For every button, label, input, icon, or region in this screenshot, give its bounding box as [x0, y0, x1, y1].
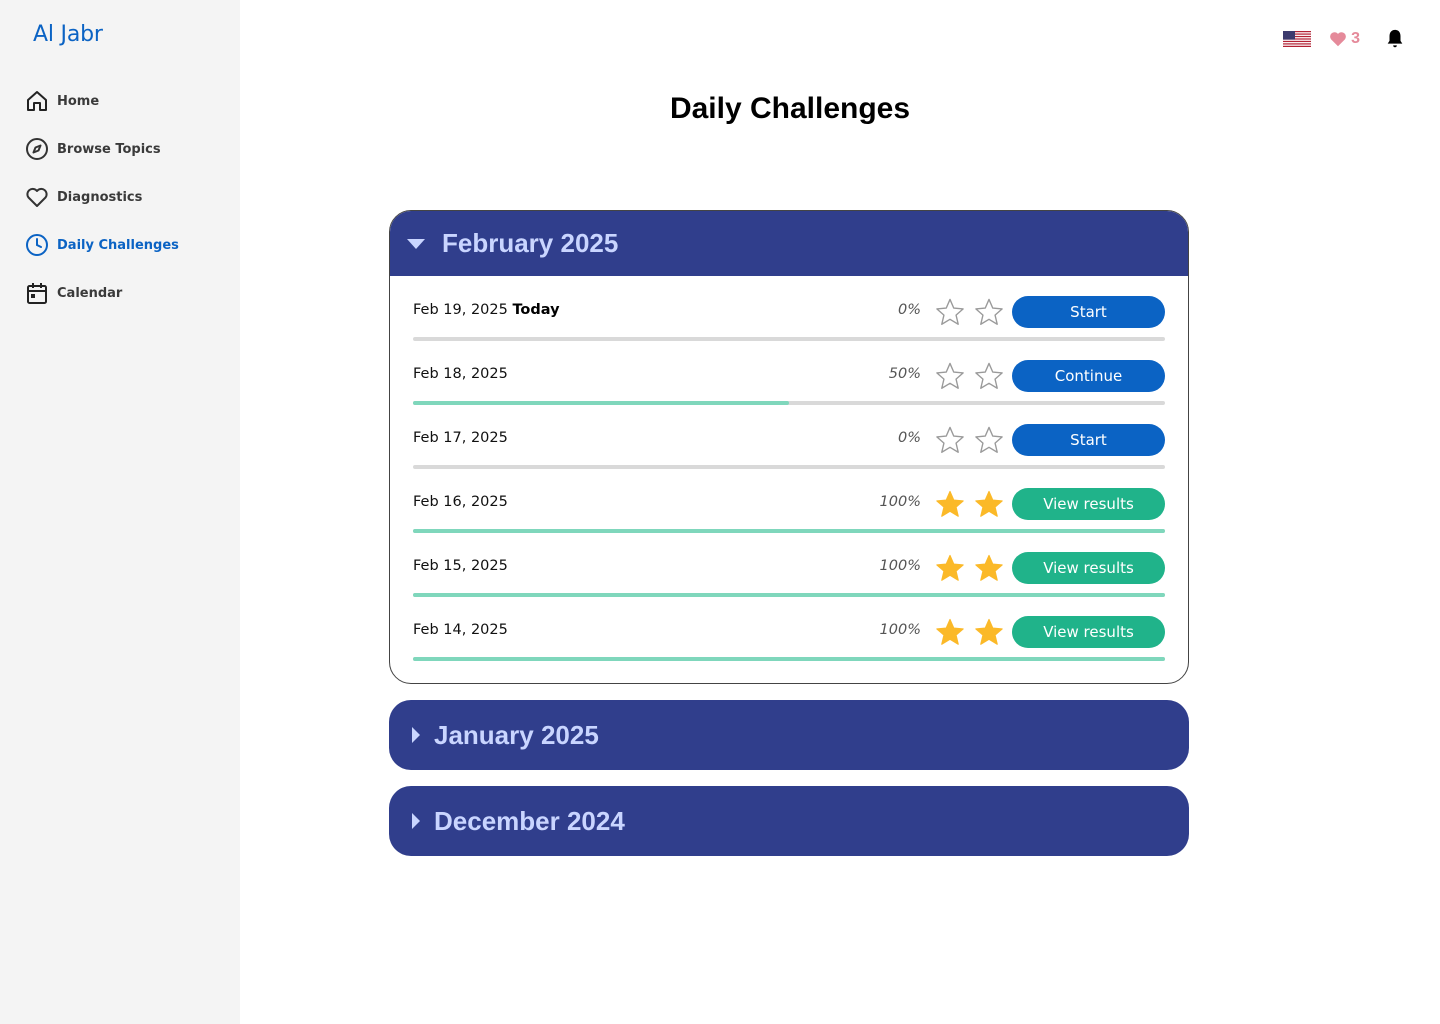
challenge-date-text: Feb 16, 2025 [413, 494, 508, 510]
sidebar-item-calendar[interactable]: Calendar [24, 280, 224, 306]
challenge-percent: 0% [897, 302, 921, 318]
page-title: Daily Challenges [240, 92, 1340, 126]
month-panel-december-2024[interactable]: December 2024 [389, 786, 1189, 856]
star-rating [927, 553, 1005, 583]
challenge-percent: 100% [879, 494, 921, 510]
star-rating [927, 361, 1005, 391]
month-header[interactable]: December 2024 [389, 786, 1189, 856]
sidebar: Al Jabr Home Browse Topics Diagnostics D… [0, 0, 240, 1024]
compass-icon [24, 136, 50, 162]
challenge-row: Feb 16, 2025 100% View results [413, 468, 1165, 533]
star-filled-icon [936, 554, 964, 581]
month-panel-january-2025[interactable]: January 2025 [389, 700, 1189, 770]
challenge-percent: 0% [897, 430, 921, 446]
us-flag-icon[interactable] [1283, 31, 1312, 47]
challenge-date-text: Feb 17, 2025 [413, 430, 508, 446]
sidebar-item-label: Calendar [57, 285, 123, 301]
challenge-row: Feb 18, 2025 50% Continue [413, 340, 1165, 405]
challenge-date: Feb 15, 2025 [413, 558, 508, 574]
month-label: February 2025 [442, 228, 619, 258]
star-filled-icon [975, 554, 1003, 581]
star-filled-icon [936, 618, 964, 645]
challenge-date: Feb 19, 2025 Today [413, 302, 560, 318]
challenge-date-text: Feb 14, 2025 [413, 622, 508, 638]
progress-bar [413, 657, 1165, 661]
bell-icon[interactable] [1384, 28, 1406, 50]
star-outline-icon [936, 426, 964, 453]
sidebar-item-home[interactable]: Home [24, 88, 224, 114]
star-outline-icon [936, 362, 964, 389]
month-header[interactable]: January 2025 [389, 700, 1189, 770]
month-panel-february-2025: February 2025 Feb 19, 2025 Today 0% Start F… [389, 210, 1189, 684]
challenge-date: Feb 17, 2025 [413, 430, 508, 446]
page-title-text: Daily Challenges [669, 92, 911, 125]
sidebar-item-label: Home [57, 93, 100, 109]
app-logo[interactable]: Al Jabr [33, 22, 103, 47]
star-outline-icon [975, 362, 1003, 389]
sidebar-item-label: Daily Challenges [57, 237, 179, 253]
challenge-row: Feb 14, 2025 100% View results [413, 596, 1165, 661]
challenge-date: Feb 14, 2025 [413, 622, 508, 638]
month-header[interactable]: February 2025 [390, 211, 1188, 276]
challenge-percent: 100% [879, 622, 921, 638]
sidebar-nav: Home Browse Topics Diagnostics Daily Cha… [24, 88, 224, 328]
star-rating [927, 425, 1005, 455]
heart-icon [1330, 32, 1346, 47]
challenge-date-text: Feb 15, 2025 [413, 558, 508, 574]
challenge-date-text: Feb 18, 2025 [413, 366, 508, 382]
caret-right-icon [403, 726, 429, 744]
challenge-percent: 50% [888, 366, 921, 382]
star-filled-icon [936, 490, 964, 517]
challenge-row: Feb 15, 2025 100% View results [413, 532, 1165, 597]
challenge-percent: 100% [879, 558, 921, 574]
continue-button[interactable]: Continue [1012, 360, 1165, 392]
month-label: December 2024 [434, 805, 625, 836]
calendar-icon [24, 280, 50, 306]
star-rating [927, 297, 1005, 327]
sidebar-item-daily-challenges[interactable]: Daily Challenges [24, 232, 224, 258]
sidebar-item-label: Diagnostics [57, 189, 143, 205]
star-rating [927, 617, 1005, 647]
star-outline-icon [936, 298, 964, 325]
start-button[interactable]: Start [1012, 296, 1165, 328]
star-filled-icon [975, 490, 1003, 517]
top-bar: 3 [1283, 28, 1406, 50]
caret-right-icon [403, 812, 429, 830]
today-label: Today [512, 302, 560, 318]
start-button[interactable]: Start [1012, 424, 1165, 456]
star-outline-icon [975, 426, 1003, 453]
challenge-date: Feb 16, 2025 [413, 494, 508, 510]
view-results-button[interactable]: View results [1012, 552, 1165, 584]
star-filled-icon [975, 618, 1003, 645]
sidebar-item-diagnostics[interactable]: Diagnostics [24, 184, 224, 210]
view-results-button[interactable]: View results [1012, 488, 1165, 520]
view-results-button[interactable]: View results [1012, 616, 1165, 648]
home-icon [24, 88, 50, 114]
challenge-row: Feb 17, 2025 0% Start [413, 404, 1165, 469]
sidebar-item-browse-topics[interactable]: Browse Topics [24, 136, 224, 162]
challenge-row: Feb 19, 2025 Today 0% Start [413, 276, 1165, 341]
hearts-count: 3 [1351, 30, 1360, 47]
challenge-date: Feb 18, 2025 [413, 366, 508, 382]
month-label: January 2025 [434, 719, 599, 750]
star-rating [927, 489, 1005, 519]
challenge-list: Feb 19, 2025 Today 0% Start Feb 18, 2025 50%… [390, 276, 1188, 661]
challenge-date-text: Feb 19, 2025 [413, 302, 508, 318]
sidebar-item-label: Browse Topics [57, 141, 161, 157]
hearts-counter[interactable]: 3 [1329, 30, 1360, 48]
caret-down-icon [396, 238, 436, 250]
star-outline-icon [975, 298, 1003, 325]
clock-icon [24, 232, 50, 258]
progress-fill [413, 657, 1165, 661]
heart-outline-icon [24, 184, 50, 210]
